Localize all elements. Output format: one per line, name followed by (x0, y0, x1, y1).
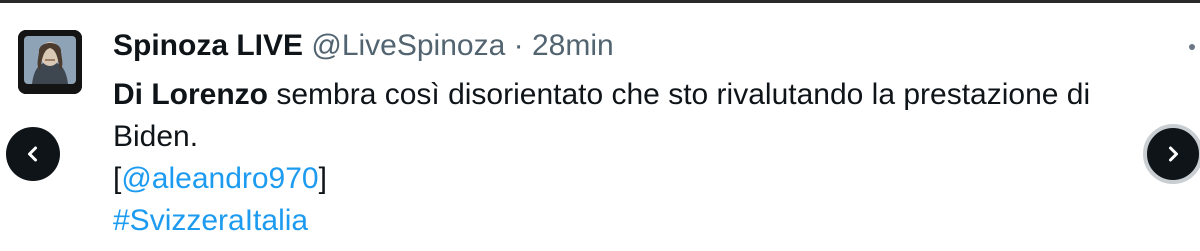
mention-close-bracket: ] (318, 162, 327, 195)
tweet-header: Spinoza LIVE @LiveSpinoza · 28min (113, 27, 614, 65)
mention-line: [@aleandro970] (113, 158, 1193, 200)
tweet-line-1: Di Lorenzo sembra così disorientato che … (113, 74, 1193, 116)
tweet-line-2: Biden. (113, 120, 199, 153)
timestamp[interactable]: 28min (532, 29, 614, 62)
previous-button[interactable] (6, 127, 60, 181)
tweet-text: Di Lorenzo sembra così disorientato che … (113, 74, 1193, 242)
separator-dot: · (513, 29, 524, 62)
portrait-avatar-icon[interactable] (18, 30, 82, 94)
bold-name: Di Lorenzo (113, 78, 268, 111)
chevron-left-icon (28, 146, 37, 162)
tweet-text-rest: sembra così disorientato che sto rivalut… (276, 78, 1091, 111)
display-name[interactable]: Spinoza LIVE (113, 29, 303, 62)
chevron-right-icon (1169, 146, 1178, 162)
user-handle[interactable]: @LiveSpinoza (311, 29, 505, 62)
mention-link[interactable]: @aleandro970 (121, 162, 318, 195)
hashtag-link[interactable]: #SvizzeraItalia (113, 200, 1193, 242)
next-button[interactable] (1143, 124, 1200, 184)
tweet-card: Spinoza LIVE @LiveSpinoza · 28min Di Lor… (0, 0, 1200, 251)
more-options-icon[interactable] (1189, 44, 1195, 50)
